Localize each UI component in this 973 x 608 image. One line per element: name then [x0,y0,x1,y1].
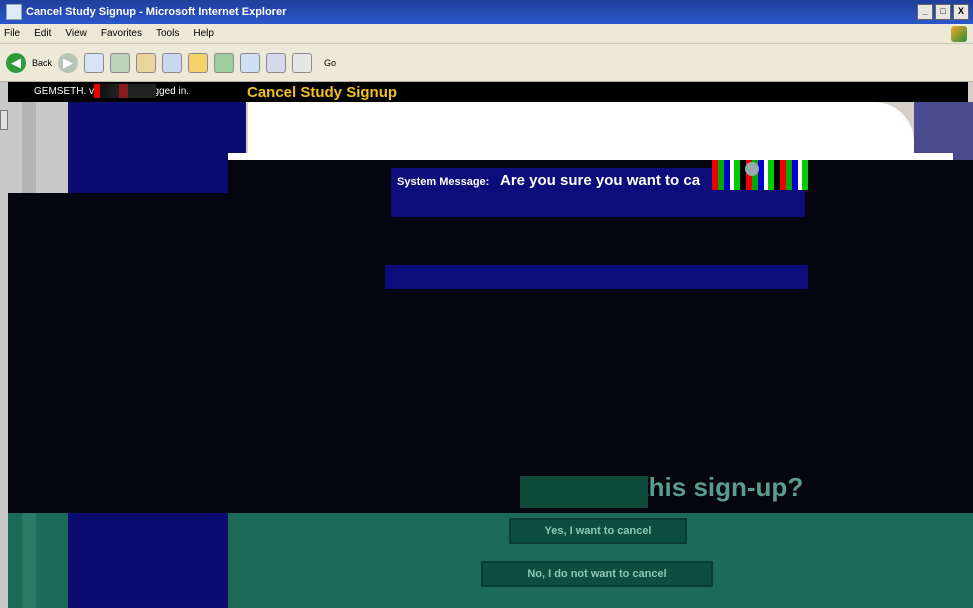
teal-left-strip [8,513,68,608]
menu-bar: File Edit View Favorites Tools Help [0,24,973,44]
window-controls: _ □ X [917,4,969,20]
teal-scroll-strip [22,513,36,608]
media-icon[interactable] [214,52,235,73]
minimize-button[interactable]: _ [917,4,933,20]
go-label[interactable]: Go [324,58,336,68]
redacted-username [94,84,156,98]
redacted-question-part [520,476,648,508]
menu-tools[interactable]: Tools [156,28,179,39]
menu-file[interactable]: File [4,28,20,39]
info-bar [385,265,808,289]
ie-page-icon [6,4,22,20]
page-title: Cancel Study Signup [247,84,398,101]
render-artifact [712,160,808,190]
system-message-label: System Message: [397,176,490,188]
confirm-cancel-button[interactable]: Yes, I want to cancel [509,518,687,544]
windows-logo-icon [951,26,967,42]
close-button[interactable]: X [953,4,969,20]
mail-icon[interactable] [266,52,287,73]
back-arrow-icon[interactable]: ◀ [6,52,26,73]
favorites-icon[interactable] [188,52,209,73]
refresh-icon[interactable] [110,52,131,73]
print-icon[interactable] [292,52,313,73]
forward-arrow-icon[interactable]: ▶ [58,52,79,73]
render-artifact-dot [745,162,759,176]
menu-favorites[interactable]: Favorites [101,28,142,39]
stop-icon[interactable] [84,52,105,73]
back-label[interactable]: Back [32,58,52,68]
menu-view[interactable]: View [65,28,87,39]
keep-signup-button[interactable]: No, I do not want to cancel [481,561,713,587]
toolbar: ◀ Back ▶ Go [0,44,973,82]
window-title-bar: Cancel Study Signup - Microsoft Internet… [0,0,973,24]
home-icon[interactable] [136,52,157,73]
history-icon[interactable] [240,52,261,73]
search-icon[interactable] [162,52,183,73]
menu-help[interactable]: Help [193,28,214,39]
maximize-button[interactable]: □ [935,4,951,20]
frame-handle[interactable] [0,110,8,130]
confirmation-question-text: this sign-up? [640,472,804,502]
window-title: Cancel Study Signup - Microsoft Internet… [26,6,287,18]
menu-edit[interactable]: Edit [34,28,51,39]
system-message-text: Are you sure you want to ca [500,172,701,189]
